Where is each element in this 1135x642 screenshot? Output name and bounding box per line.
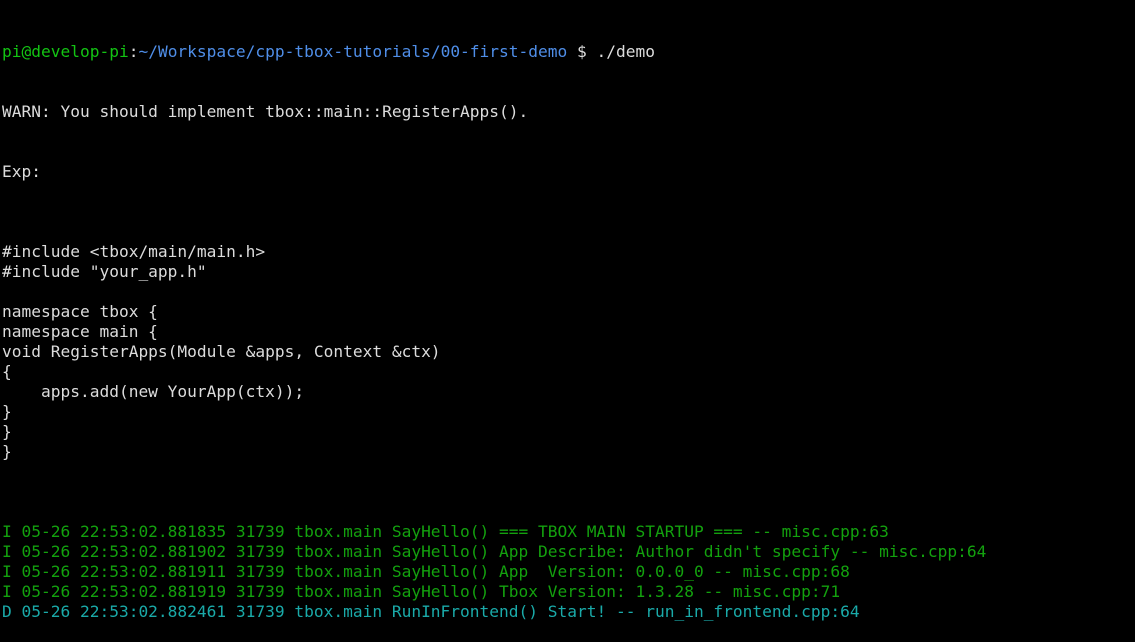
prompt-user-host: pi@develop-pi: [2, 42, 129, 61]
code-line: #include <tbox/main/main.h>: [2, 242, 266, 261]
prompt-line: pi@develop-pi:~/Workspace/cpp-tbox-tutor…: [2, 42, 1135, 62]
terminal-window[interactable]: pi@develop-pi:~/Workspace/cpp-tbox-tutor…: [0, 0, 1135, 621]
code-block: #include <tbox/main/main.h> #include "you…: [2, 222, 1135, 482]
log-line: I 05-26 22:53:02.881902 31739 tbox.main …: [2, 542, 987, 561]
code-line: #include "your_app.h": [2, 262, 207, 281]
log-line: I 05-26 22:53:02.881919 31739 tbox.main …: [2, 582, 841, 601]
log-line: D 05-26 22:53:02.882461 31739 tbox.main …: [2, 602, 860, 621]
code-line: {: [2, 362, 12, 381]
log-line: I 05-26 22:53:02.881835 31739 tbox.main …: [2, 522, 889, 541]
prompt-symbol: $: [567, 42, 597, 61]
prompt-path: ~/Workspace/cpp-tbox-tutorials/00-first-…: [138, 42, 568, 61]
warn-line: WARN: You should implement tbox::main::R…: [2, 102, 529, 121]
prompt-command: ./demo: [596, 42, 655, 61]
code-line: namespace main {: [2, 322, 158, 341]
code-line: }: [2, 442, 12, 461]
log-line: I 05-26 22:53:02.881911 31739 tbox.main …: [2, 562, 850, 581]
log-block: I 05-26 22:53:02.881835 31739 tbox.main …: [2, 522, 1135, 622]
code-line: apps.add(new YourApp(ctx));: [2, 382, 305, 401]
code-line: namespace tbox {: [2, 302, 158, 321]
code-line: void RegisterApps(Module &apps, Context …: [2, 342, 441, 361]
code-line: }: [2, 422, 12, 441]
exp-line: Exp:: [2, 162, 41, 181]
prompt-separator: :: [128, 42, 139, 61]
code-line: }: [2, 402, 12, 421]
